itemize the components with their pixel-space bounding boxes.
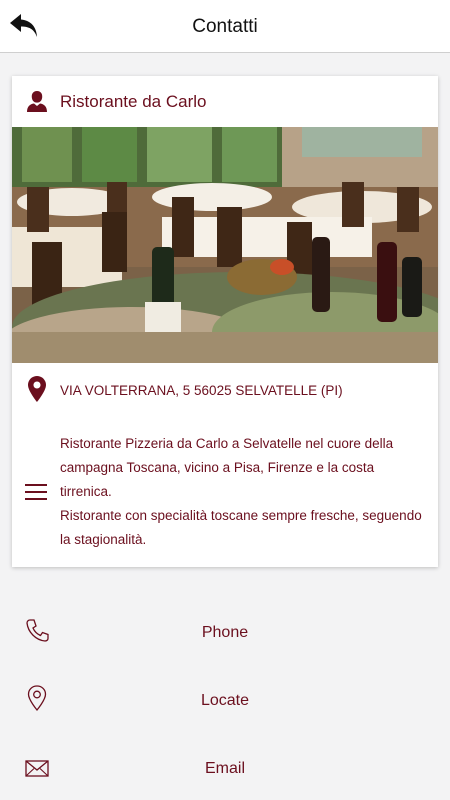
email-action[interactable]: Email [0,744,450,794]
description-paragraph: Ristorante con specialità toscane sempre… [60,508,422,547]
menu-lines-icon [25,484,47,500]
top-nav-bar: Contatti [0,0,450,53]
page-title: Contatti [192,16,258,37]
restaurant-photo[interactable] [12,127,438,363]
user-silhouette-icon [27,91,47,112]
address-text: VIA VOLTERRANA, 5 56025 SELVATELLE (PI) [60,383,343,398]
phone-label: Phone [201,624,249,641]
locate-action[interactable]: Locate [0,676,450,726]
email-label: Email [204,760,245,777]
description-paragraph: Ristorante Pizzeria da Carlo a Selvatell… [60,436,394,499]
map-pin-icon [28,376,46,402]
description-row: Ristorante Pizzeria da Carlo a Selvatell… [12,426,438,556]
restaurant-card: Ristorante da Carlo VIA VOLTERRANA, 5 56… [12,76,438,567]
restaurant-name: Ristorante da Carlo [60,92,207,111]
address-row[interactable]: VIA VOLTERRANA, 5 56025 SELVATELLE (PI) [12,370,438,410]
locate-label: Locate [200,692,250,709]
phone-action[interactable]: Phone [0,608,450,658]
description-text: Ristorante Pizzeria da Carlo a Selvatell… [60,432,424,552]
card-header: Ristorante da Carlo [12,76,438,127]
